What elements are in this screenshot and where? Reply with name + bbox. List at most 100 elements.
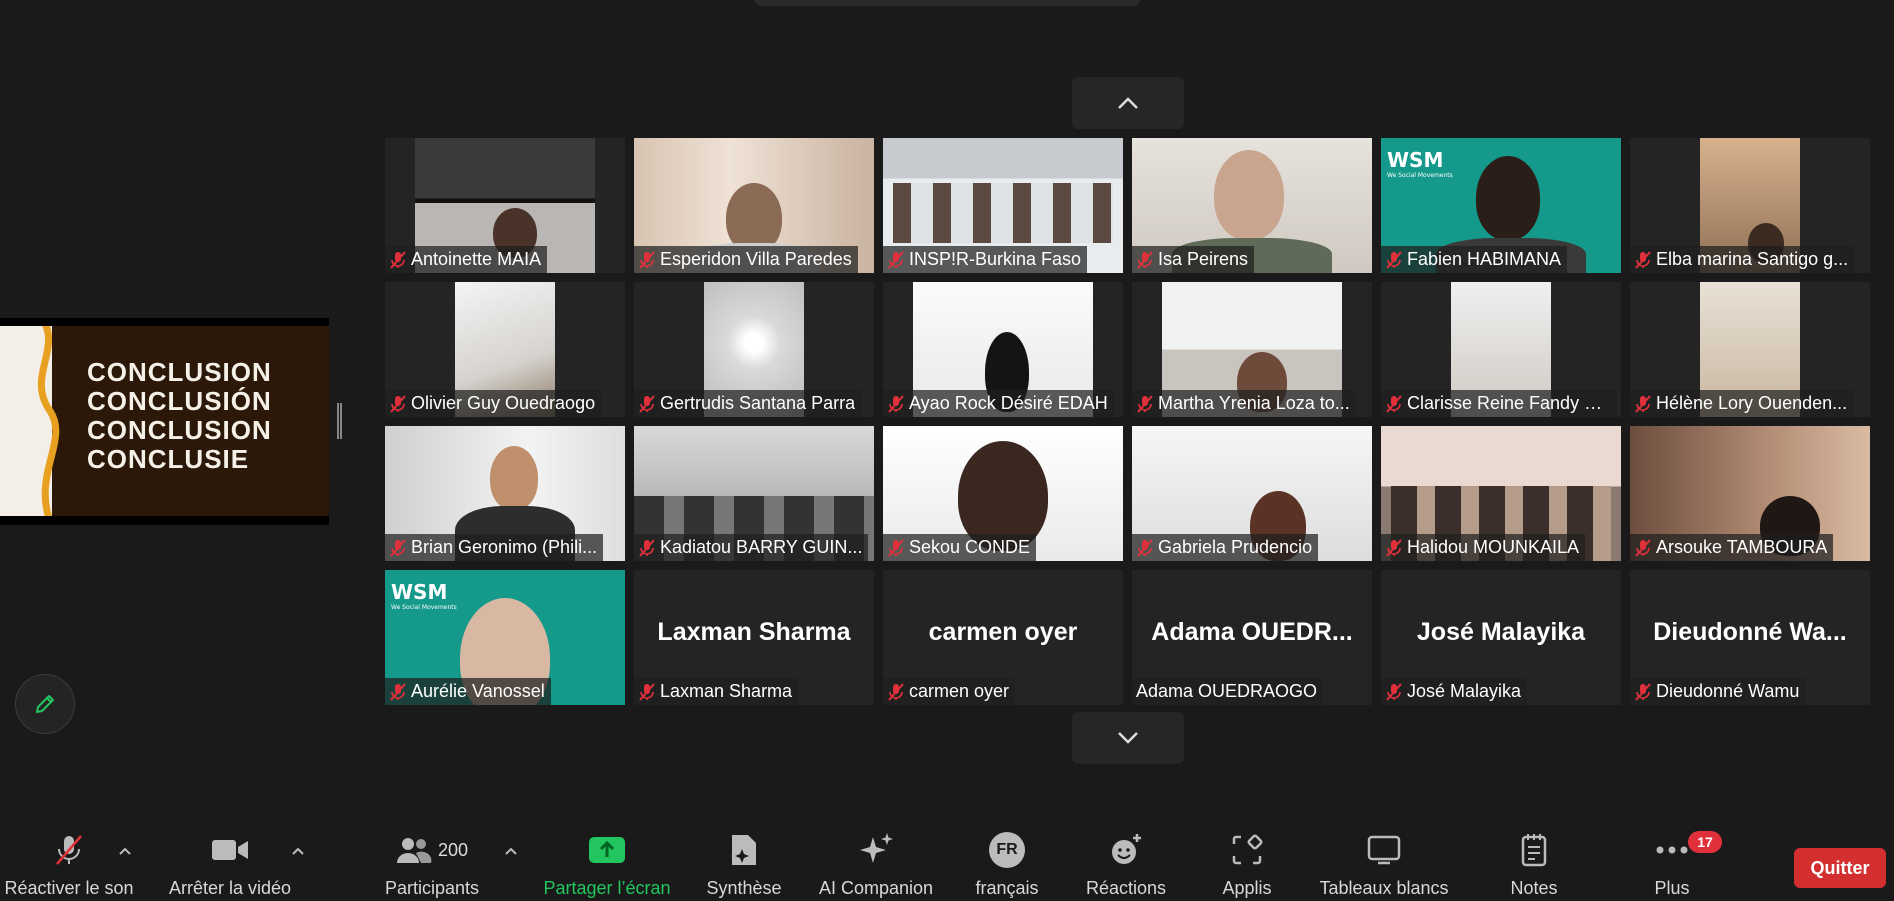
apps-button[interactable]: Applis — [1205, 830, 1289, 901]
participant-name: Sekou CONDE — [909, 537, 1031, 557]
participant-name-tag: Hélène Lory Ouenden... — [1630, 390, 1854, 417]
video-camera-icon — [212, 840, 248, 860]
next-page-button[interactable] — [1072, 712, 1184, 764]
participant-name-tag: Dieudonné Wamu — [1630, 678, 1806, 705]
participant-tile[interactable]: Martha Yrenia Loza to... — [1132, 282, 1372, 417]
participant-name: Gabriela Prudencio — [1158, 537, 1313, 557]
participant-tile[interactable]: WSM We Social Movements Aurélie Vanossel — [385, 570, 625, 705]
shared-screen-thumbnail[interactable]: CONCLUSION CONCLUSIÓN CONCLUSION CONCLUS… — [0, 318, 329, 525]
audio-options-caret[interactable] — [118, 845, 132, 859]
notes-icon — [1521, 834, 1547, 867]
previous-page-button[interactable] — [1072, 77, 1184, 129]
participant-tile[interactable]: INSP!R-Burkina Faso — [883, 138, 1123, 273]
participant-name-tag: Elba marina Santigo g... — [1630, 246, 1855, 273]
notes-button[interactable]: Notes — [1494, 830, 1574, 901]
participants-button[interactable]: 200 Participants — [382, 830, 482, 901]
participant-name: Aurélie Vanossel — [411, 681, 545, 701]
participant-name-tag: Fabien HABIMANA — [1381, 246, 1568, 273]
participant-tile[interactable]: Clarisse Reine Fandy G... — [1381, 282, 1621, 417]
participant-name: Isa Peirens — [1158, 249, 1249, 269]
participant-tile[interactable]: Dieudonné Wa... Dieudonné Wamu — [1630, 570, 1870, 705]
muted-mic-icon — [1635, 250, 1651, 269]
language-badge: FR — [989, 832, 1025, 868]
muted-mic-icon — [1635, 394, 1651, 413]
participant-name-tag: Gabriela Prudencio — [1132, 534, 1319, 561]
participant-tile[interactable]: Olivier Guy Ouedraogo — [385, 282, 625, 417]
muted-mic-icon — [639, 682, 655, 701]
muted-mic-icon — [639, 250, 655, 269]
muted-mic-icon — [888, 250, 904, 269]
participant-tile[interactable]: Isa Peirens — [1132, 138, 1372, 273]
top-drag-handle[interactable] — [755, 0, 1140, 6]
whiteboards-button[interactable]: Tableaux blancs — [1314, 830, 1454, 901]
ai-companion-label: AI Companion — [818, 878, 934, 898]
participant-name-tag: José Malayika — [1381, 678, 1528, 705]
participant-tile[interactable]: Sekou CONDE — [883, 426, 1123, 561]
participant-tile[interactable]: WSM We Social Movements Fabien HABIMANA — [1381, 138, 1621, 273]
reactions-label: Réactions — [1085, 878, 1167, 898]
participant-name: Clarisse Reine Fandy G... — [1407, 393, 1611, 413]
participant-tile[interactable]: carmen oyer carmen oyer — [883, 570, 1123, 705]
language-label: français — [975, 878, 1039, 898]
participant-name: Laxman Sharma — [660, 681, 793, 701]
panel-splitter[interactable] — [337, 403, 342, 439]
participant-name-tag: Kadiatou BARRY GUIN... — [634, 534, 869, 561]
participant-name-tag: Clarisse Reine Fandy G... — [1381, 390, 1617, 417]
participant-name-tag: Olivier Guy Ouedraogo — [385, 390, 602, 417]
participant-name: INSP!R-Burkina Faso — [909, 249, 1082, 269]
reactions-button[interactable]: Réactions — [1076, 830, 1176, 901]
emoji-add-icon — [1112, 834, 1141, 864]
muted-mic-icon — [1635, 538, 1651, 557]
ai-companion-button[interactable]: AI Companion — [812, 830, 940, 901]
muted-mic-icon — [1137, 250, 1153, 269]
participant-name-tag: carmen oyer — [883, 678, 1016, 705]
participant-tile[interactable]: Hélène Lory Ouenden... — [1630, 282, 1870, 417]
language-button[interactable]: FR français — [965, 830, 1049, 901]
muted-mic-icon — [390, 538, 406, 557]
participant-tile[interactable]: Antoinette MAIA — [385, 138, 625, 273]
wsm-logo: WSM We Social Movements — [1387, 148, 1453, 179]
participant-tile[interactable]: Brian Geronimo (Phili... — [385, 426, 625, 561]
participant-name: Esperidon Villa Paredes — [660, 249, 852, 269]
muted-mic-icon — [888, 538, 904, 557]
participant-display-name: carmen oyer — [928, 618, 1078, 646]
participant-name-tag: INSP!R-Burkina Faso — [883, 246, 1088, 273]
participant-name-tag: Martha Yrenia Loza to... — [1132, 390, 1356, 417]
participant-display-name: Adama OUEDR... — [1151, 618, 1353, 646]
stop-video-label: Arrêter la vidéo — [168, 878, 292, 898]
participant-tile[interactable]: Ayao Rock Désiré EDAH — [883, 282, 1123, 417]
stop-video-button[interactable]: Arrêter la vidéo — [162, 830, 298, 901]
share-screen-button[interactable]: Partager l’écran — [540, 830, 674, 901]
participant-name-tag: Adama OUEDRAOGO — [1132, 678, 1324, 705]
participant-name: Dieudonné Wamu — [1656, 681, 1800, 701]
annotate-pen-button[interactable] — [15, 674, 75, 734]
participant-name: José Malayika — [1407, 681, 1522, 701]
quit-button[interactable]: Quitter — [1794, 848, 1886, 888]
participant-name: Halidou MOUNKAILA — [1407, 537, 1580, 557]
participant-tile[interactable]: José Malayika José Malayika — [1381, 570, 1621, 705]
muted-mic-icon — [888, 394, 904, 413]
people-icon — [396, 838, 432, 863]
muted-mic-icon — [390, 394, 406, 413]
share-screen-label: Partager l’écran — [543, 878, 671, 898]
participant-tile[interactable]: Laxman Sharma Laxman Sharma — [634, 570, 874, 705]
participant-tile[interactable]: Adama OUEDR... Adama OUEDRAOGO — [1132, 570, 1372, 705]
participants-options-caret[interactable] — [504, 845, 518, 859]
participant-tile[interactable]: Kadiatou BARRY GUIN... — [634, 426, 874, 561]
more-notification-badge: 17 — [1688, 831, 1722, 853]
summary-button[interactable]: Synthèse — [700, 830, 788, 901]
participant-tile[interactable]: Gabriela Prudencio — [1132, 426, 1372, 561]
video-options-caret[interactable] — [291, 845, 305, 859]
participant-tile[interactable]: Gertrudis Santana Parra — [634, 282, 874, 417]
participant-tile[interactable]: Elba marina Santigo g... — [1630, 138, 1870, 273]
unmute-button[interactable]: Réactiver le son — [0, 830, 138, 901]
share-screen-icon — [589, 837, 625, 863]
unmute-label: Réactiver le son — [4, 878, 134, 898]
muted-mic-icon — [1137, 394, 1153, 413]
participant-tile[interactable]: Halidou MOUNKAILA — [1381, 426, 1621, 561]
participant-tile[interactable]: Esperidon Villa Paredes — [634, 138, 874, 273]
participant-name: Antoinette MAIA — [411, 249, 542, 269]
participant-name: Arsouke TAMBOURA — [1656, 537, 1828, 557]
participant-display-name: José Malayika — [1416, 618, 1586, 646]
participant-tile[interactable]: Arsouke TAMBOURA — [1630, 426, 1870, 561]
